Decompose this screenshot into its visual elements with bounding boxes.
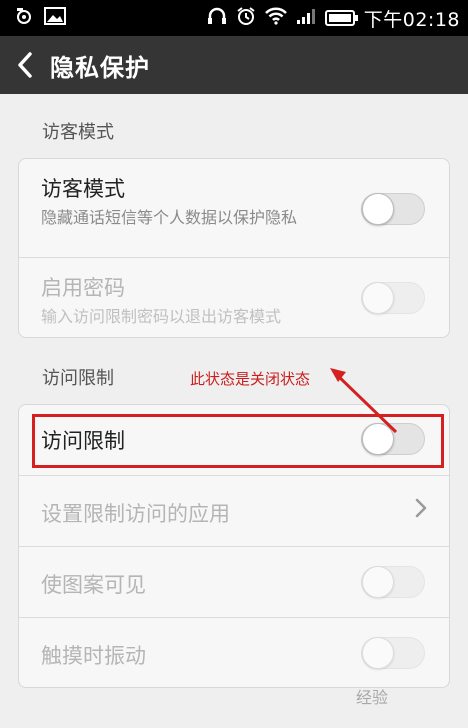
setting-row-guest-mode[interactable]: 访客模式 隐藏通话短信等个人数据以保护隐私: [19, 159, 449, 257]
pattern-visible-toggle[interactable]: [361, 566, 425, 598]
chevron-left-icon: [18, 52, 32, 78]
setting-title-enable-password: 启用密码: [41, 276, 125, 300]
status-bar-right: 下午02:18: [207, 5, 460, 32]
setting-row-enable-password[interactable]: 启用密码 输入访问限制密码以退出访客模式: [19, 258, 449, 338]
watermark-text: 经验: [356, 688, 389, 707]
setting-title-restricted-apps: 设置限制访问的应用: [41, 502, 230, 526]
title-bar: 隐私保护: [0, 36, 468, 94]
enable-password-toggle[interactable]: [361, 282, 425, 314]
toggle-knob: [362, 637, 394, 669]
guest-mode-card: 访客模式 隐藏通话短信等个人数据以保护隐私 启用密码 输入访问限制密码以退出访客…: [18, 158, 450, 338]
battery-icon: [324, 10, 358, 26]
vibrate-on-touch-toggle[interactable]: [361, 637, 425, 669]
page-title: 隐私保护: [50, 53, 150, 82]
setting-title-vibrate-on-touch: 触摸时振动: [41, 644, 146, 668]
image-icon: [44, 7, 66, 29]
toggle-knob: [362, 566, 394, 598]
setting-subtitle-guest-mode: 隐藏通话短信等个人数据以保护隐私: [41, 208, 298, 227]
setting-title-pattern-visible: 使图案可见: [41, 573, 146, 597]
back-button[interactable]: [0, 36, 50, 94]
toggle-knob: [362, 282, 394, 314]
alarm-icon: [236, 6, 256, 30]
headphones-icon: [207, 7, 227, 29]
section-header-access-restriction: 访问限制: [42, 368, 114, 389]
setting-title-guest-mode: 访客模式: [41, 177, 125, 201]
wifi-icon: [264, 7, 287, 29]
status-time: 下午02:18: [363, 8, 460, 31]
setting-row-pattern-visible[interactable]: 使图案可见: [19, 547, 449, 617]
signal-icon: [296, 7, 316, 29]
chevron-right-icon: [415, 496, 427, 524]
status-bar: 下午02:18: [0, 0, 468, 36]
toggle-knob: [362, 193, 394, 225]
setting-row-restricted-apps[interactable]: 设置限制访问的应用: [19, 476, 449, 546]
section-header-guest-mode: 访客模式: [42, 122, 114, 143]
setting-row-vibrate-on-touch[interactable]: 触摸时振动: [19, 618, 449, 688]
highlight-box: [32, 414, 444, 468]
camera-icon: [14, 7, 34, 29]
guest-mode-toggle[interactable]: [361, 193, 425, 225]
setting-subtitle-enable-password: 输入访问限制密码以退出访客模式: [41, 307, 282, 326]
annotation-text: 此状态是关闭状态: [190, 370, 311, 388]
status-bar-left: [14, 7, 66, 29]
